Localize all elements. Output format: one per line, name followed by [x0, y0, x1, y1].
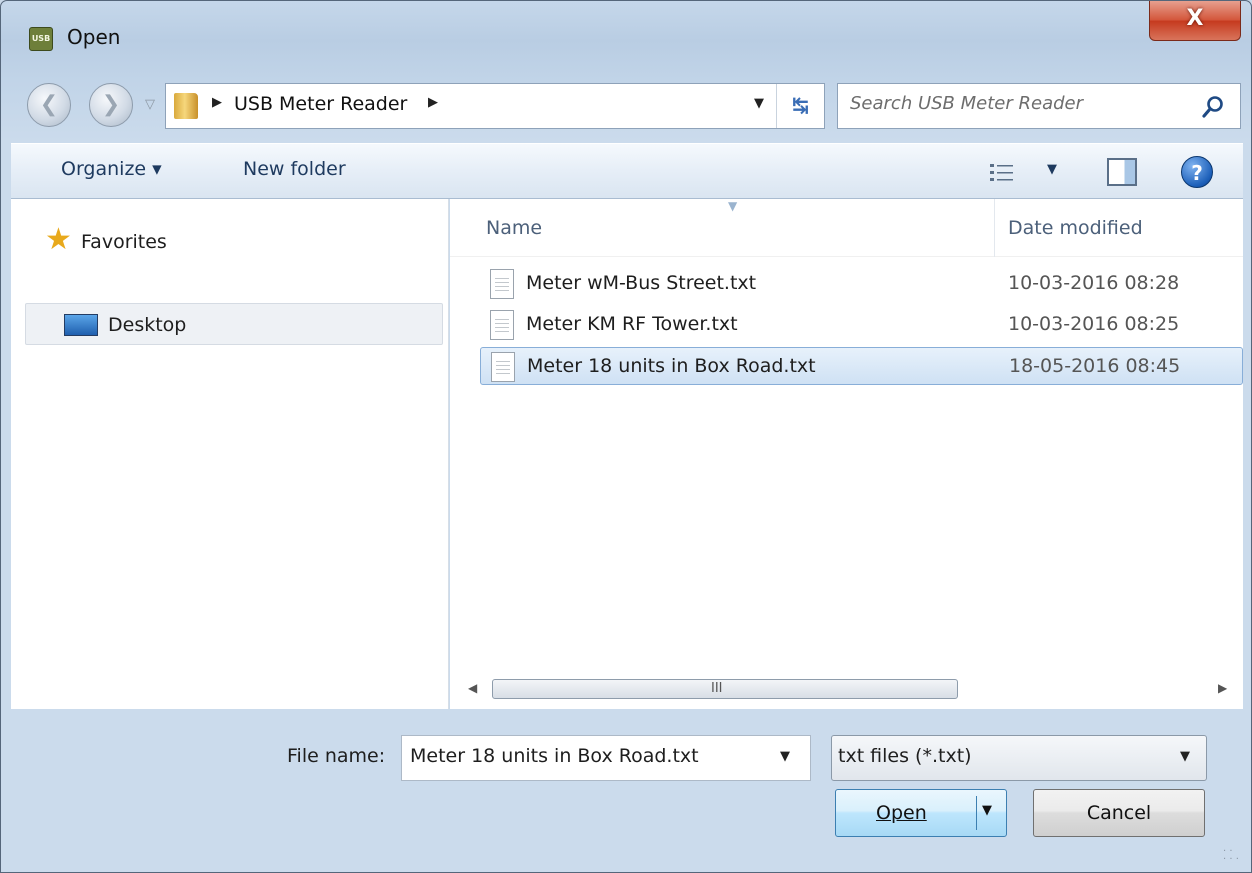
text-file-icon: [490, 269, 514, 299]
file-type-dropdown-icon[interactable]: ▼: [1180, 749, 1190, 764]
file-name-label: File name:: [287, 745, 386, 767]
app-icon: USB: [29, 27, 53, 51]
file-name: Meter KM RF Tower.txt: [526, 313, 738, 335]
nav-item-desktop-label: Desktop: [108, 314, 187, 336]
preview-pane-icon[interactable]: [1107, 158, 1137, 186]
file-row[interactable]: Meter wM-Bus Street.txt 10-03-2016 08:28: [480, 265, 1243, 303]
new-folder-button[interactable]: New folder: [243, 158, 346, 180]
close-button[interactable]: X: [1149, 1, 1241, 41]
views-dropdown-icon[interactable]: ▼: [1047, 162, 1057, 177]
file-list: ▼ Name Date modified Meter wM-Bus Street…: [450, 199, 1243, 709]
organize-button[interactable]: Organize ▾: [61, 158, 162, 180]
file-name-input[interactable]: [410, 745, 770, 767]
open-dialog: USB Open X ❮ ❯ ▽ ▶ USB Meter Reader ▶ ▼ …: [0, 0, 1252, 873]
search-icon[interactable]: [1200, 94, 1226, 120]
file-name: Meter wM-Bus Street.txt: [526, 272, 757, 294]
open-button-label: Open: [876, 802, 927, 824]
file-date: 18-05-2016 08:45: [1009, 355, 1181, 377]
cancel-button-label: Cancel: [1086, 802, 1152, 824]
column-date-header[interactable]: Date modified: [1008, 217, 1143, 239]
views-icon[interactable]: [989, 162, 1015, 184]
recent-locations-dropdown[interactable]: ▽: [141, 93, 159, 117]
nav-item-favorites[interactable]: Favorites: [81, 231, 167, 253]
scroll-right-icon[interactable]: ▶: [1218, 681, 1227, 695]
scroll-grip: III: [711, 681, 723, 696]
forward-button[interactable]: ❯: [89, 83, 133, 127]
file-name: Meter 18 units in Box Road.txt: [527, 355, 816, 377]
breadcrumb-usb-meter-reader[interactable]: USB Meter Reader: [234, 93, 407, 115]
window-title: Open: [67, 25, 121, 49]
navigation-pane: ★ Favorites Desktop: [11, 199, 449, 709]
horizontal-scrollbar[interactable]: ◀ III ▶: [450, 677, 1243, 701]
file-date: 10-03-2016 08:28: [1008, 272, 1180, 294]
column-header: ▼ Name Date modified: [450, 199, 1243, 257]
address-bar[interactable]: ▶ USB Meter Reader ▶ ▼ ↹: [165, 83, 825, 129]
cancel-button[interactable]: Cancel: [1033, 789, 1205, 837]
text-file-icon: [490, 310, 514, 340]
file-type-select[interactable]: txt files (*.txt) ▼: [831, 735, 1207, 781]
column-divider[interactable]: [994, 199, 995, 257]
desktop-icon: [64, 314, 98, 336]
open-button[interactable]: Open ▼: [835, 789, 1007, 837]
open-split-divider: [976, 796, 977, 830]
star-icon: ★: [45, 222, 72, 257]
file-name-field[interactable]: ▼: [401, 735, 811, 781]
column-name-header[interactable]: Name: [486, 217, 542, 239]
command-bar: Organize ▾ New folder ▼ ?: [11, 143, 1243, 199]
file-name-dropdown-icon[interactable]: ▼: [780, 749, 790, 764]
address-dropdown-icon[interactable]: ▼: [754, 96, 764, 111]
scroll-left-icon[interactable]: ◀: [468, 681, 477, 695]
open-options-dropdown-icon[interactable]: ▼: [982, 803, 992, 818]
breadcrumb-arrow-icon[interactable]: ▶: [428, 95, 438, 110]
file-type-value: txt files (*.txt): [838, 745, 972, 767]
scrollbar-thumb[interactable]: III: [492, 679, 958, 699]
help-icon[interactable]: ?: [1181, 156, 1213, 188]
file-row-selected[interactable]: Meter 18 units in Box Road.txt 18-05-201…: [480, 347, 1243, 385]
folder-icon: [174, 93, 198, 119]
file-row[interactable]: Meter KM RF Tower.txt 10-03-2016 08:25: [480, 306, 1243, 344]
back-button[interactable]: ❮: [27, 83, 71, 127]
refresh-button[interactable]: ↹: [776, 84, 824, 128]
file-date: 10-03-2016 08:25: [1008, 313, 1180, 335]
breadcrumb-arrow-icon[interactable]: ▶: [212, 95, 222, 110]
nav-item-desktop[interactable]: Desktop: [25, 303, 443, 345]
sort-indicator-icon: ▼: [728, 199, 738, 213]
text-file-icon: [491, 352, 515, 382]
resize-grip-icon[interactable]: . .. . .: [1223, 844, 1239, 862]
search-input[interactable]: [850, 93, 1190, 114]
search-box[interactable]: [837, 83, 1241, 129]
